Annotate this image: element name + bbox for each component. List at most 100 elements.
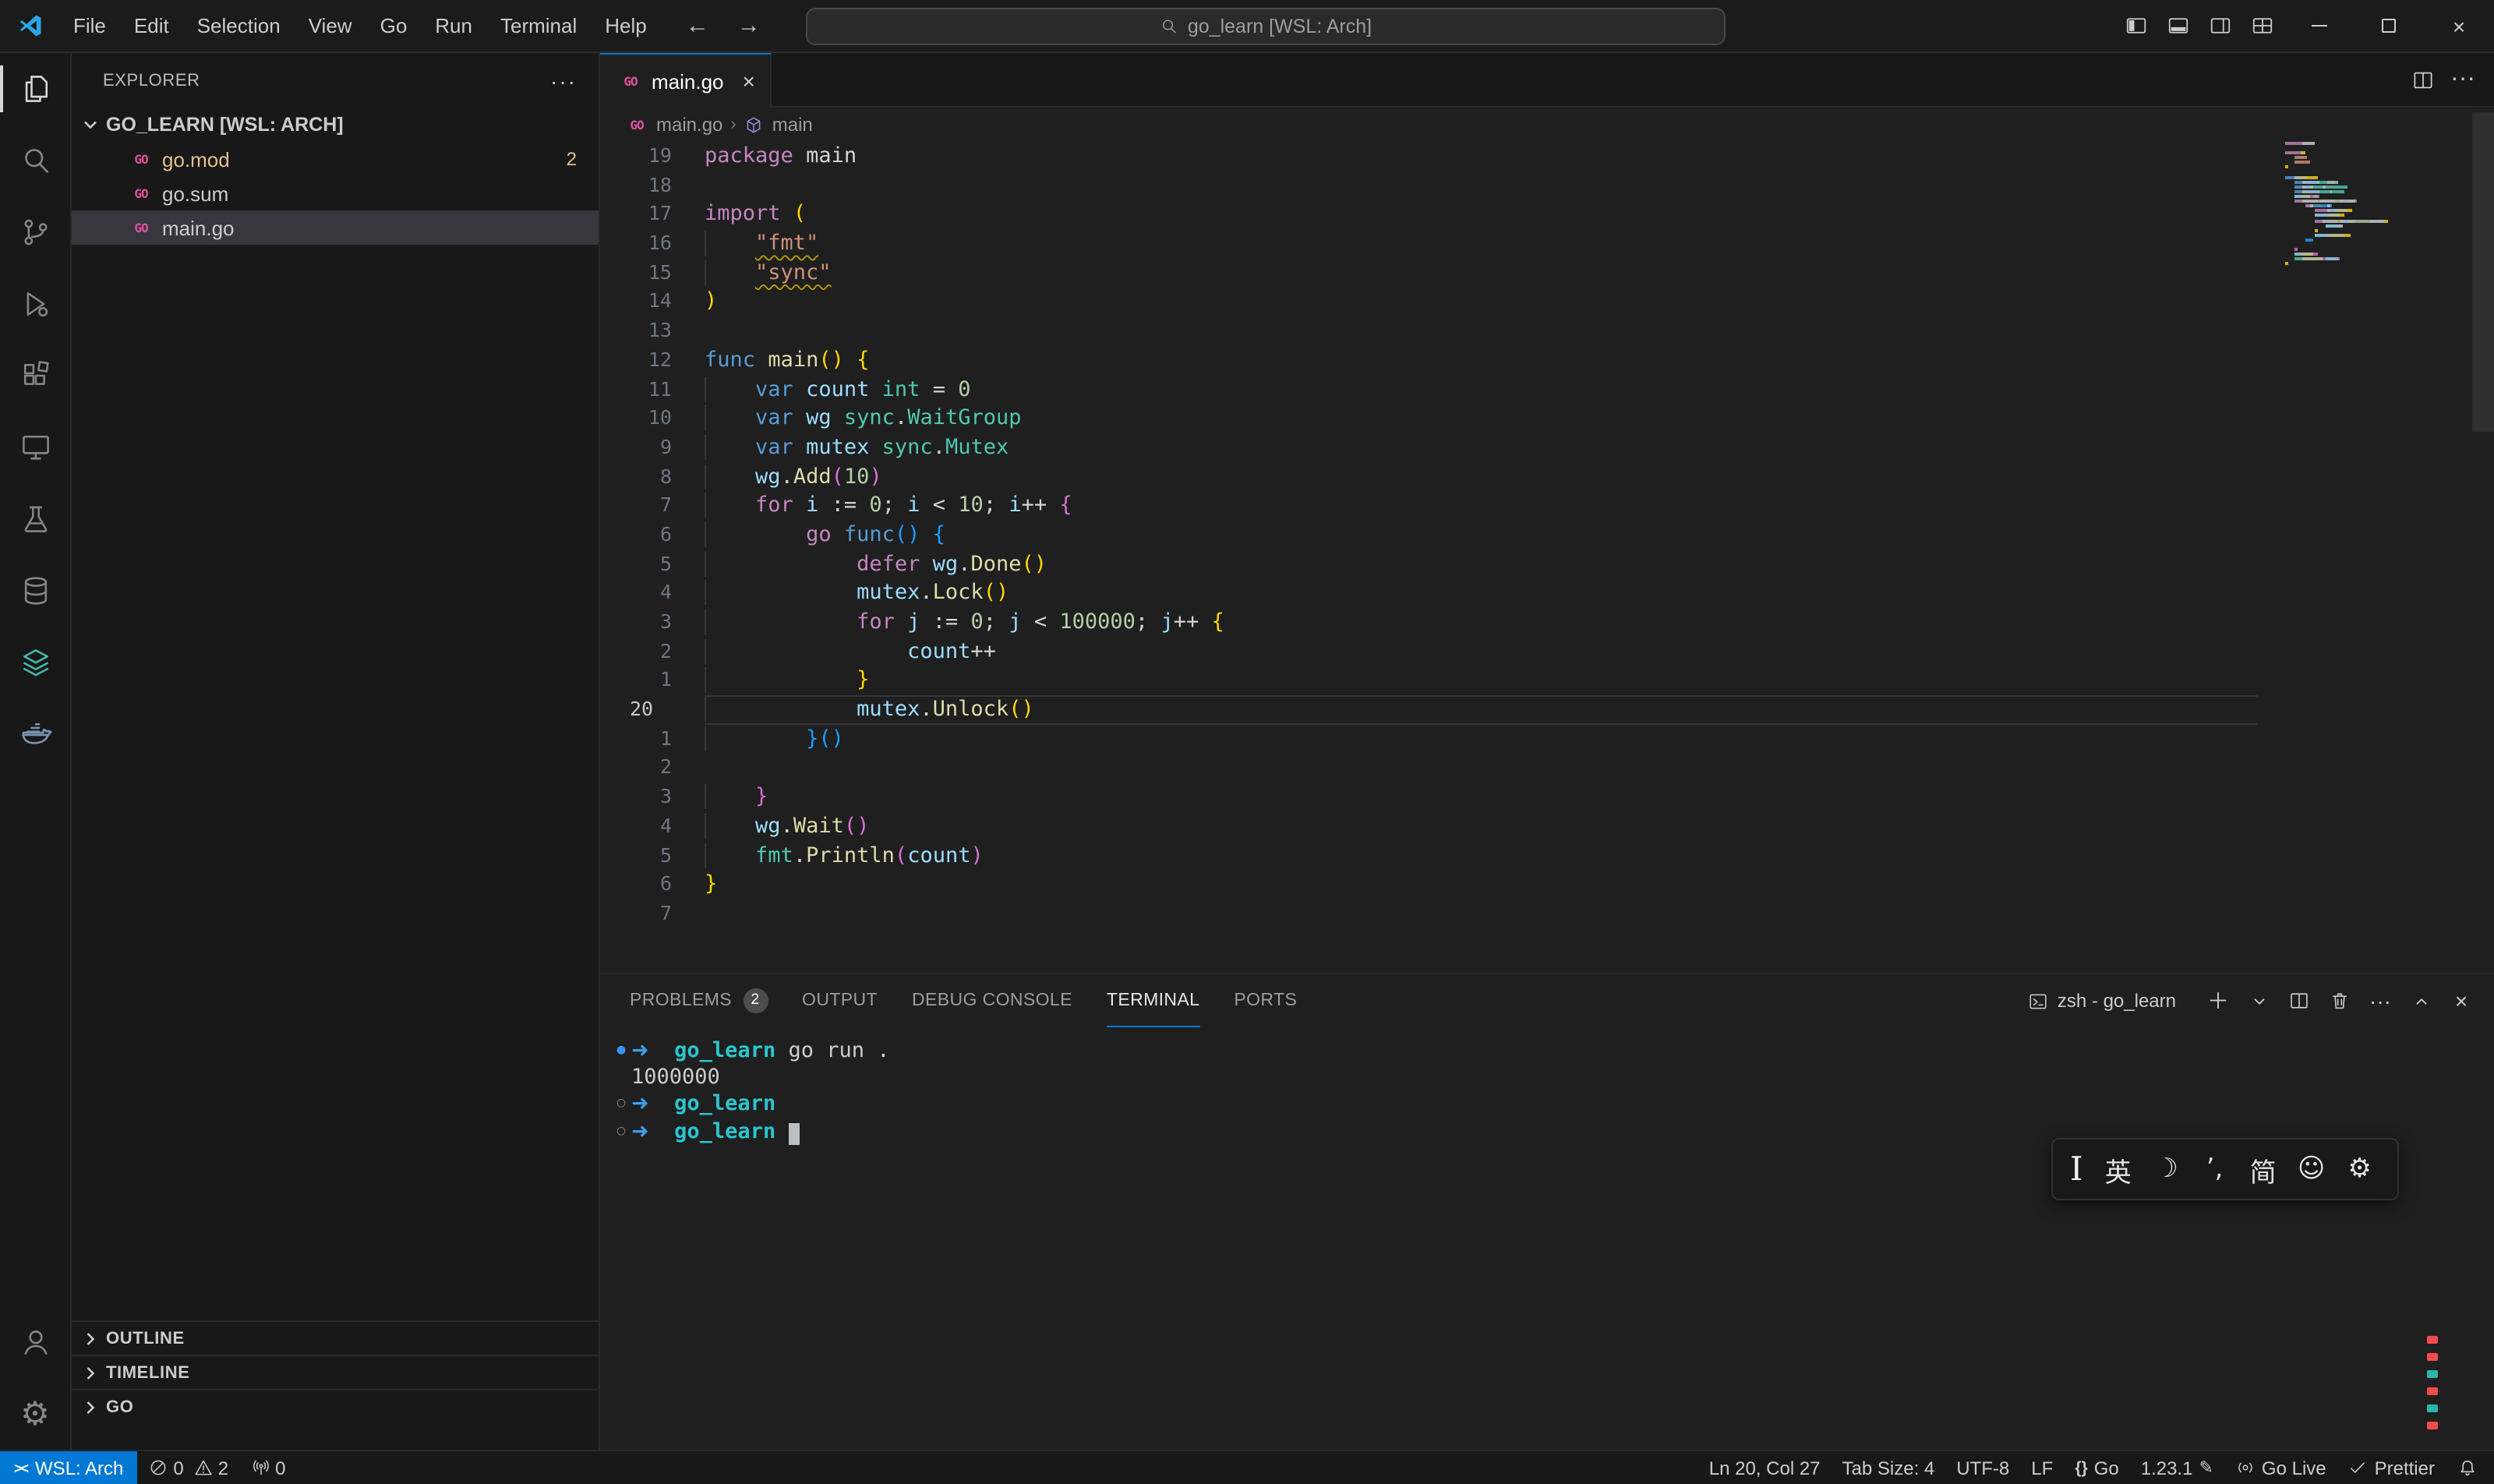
remote-indicator[interactable]: >< WSL: Arch: [0, 1450, 137, 1484]
ime-simplified-toggle[interactable]: 简: [2239, 1150, 2287, 1189]
explorer-more-actions-icon[interactable]: ···: [550, 68, 577, 93]
docker-icon[interactable]: [0, 698, 71, 770]
split-terminal-icon[interactable]: [2282, 984, 2316, 1018]
code-line[interactable]: 4 mutex.Lock(): [600, 579, 2494, 608]
prettier-status[interactable]: Prettier: [2337, 1450, 2446, 1484]
close-panel-icon[interactable]: ×: [2444, 984, 2478, 1018]
terminal-dropdown-icon[interactable]: [2241, 984, 2276, 1018]
terminal[interactable]: ●➜ go_learn go run .1000000○➜ go_learn○➜…: [600, 1027, 2494, 1146]
panel-tab-debug-console[interactable]: DEBUG CONSOLE: [912, 974, 1072, 1027]
sidebar-section-outline[interactable]: OUTLINE: [72, 1320, 599, 1355]
panel-tab-ports[interactable]: PORTS: [1234, 974, 1297, 1027]
command-center-search[interactable]: go_learn [WSL: Arch]: [806, 8, 1726, 45]
menu-item-help[interactable]: Help: [591, 7, 661, 44]
code-line[interactable]: 10 var wg sync.WaitGroup: [600, 404, 2494, 433]
code-line[interactable]: 17import (: [600, 200, 2494, 229]
language-mode[interactable]: {}Go: [2064, 1450, 2129, 1484]
panel-more-actions-icon[interactable]: ···: [2363, 984, 2397, 1018]
kill-terminal-icon[interactable]: [2323, 984, 2357, 1018]
code-line[interactable]: 8 wg.Add(10): [600, 462, 2494, 491]
toggle-secondary-sidebar-icon[interactable]: [2199, 0, 2241, 51]
ime-language-toggle[interactable]: 英: [2094, 1150, 2143, 1189]
code-line[interactable]: 16 "fmt": [600, 229, 2494, 258]
containers-icon[interactable]: [0, 627, 71, 698]
settings-gear-icon[interactable]: ⚙: [0, 1378, 71, 1450]
code-line[interactable]: 3 for j := 0; j < 100000; j++ {: [600, 608, 2494, 637]
encoding[interactable]: UTF-8: [1945, 1450, 2020, 1484]
menu-item-terminal[interactable]: Terminal: [486, 7, 591, 44]
code-line[interactable]: 18: [600, 171, 2494, 200]
code-line[interactable]: 2: [600, 754, 2494, 783]
code-line[interactable]: 3 }: [600, 783, 2494, 811]
sidebar-section-go[interactable]: GO: [72, 1389, 599, 1423]
code-line[interactable]: 1 }: [600, 666, 2494, 695]
file-main.go[interactable]: GOmain.go: [72, 210, 599, 245]
ime-settings-button[interactable]: ⚙: [2336, 1154, 2384, 1185]
ports-status[interactable]: 0: [239, 1450, 296, 1484]
run-and-debug-icon[interactable]: [0, 268, 71, 340]
code-line[interactable]: 11 var count int = 0: [600, 375, 2494, 404]
forward-button[interactable]: →: [737, 12, 761, 39]
accounts-icon[interactable]: [0, 1306, 71, 1378]
code-line[interactable]: 5 defer wg.Done(): [600, 549, 2494, 578]
source-control-icon[interactable]: [0, 196, 71, 268]
panel-tab-problems[interactable]: PROBLEMS2: [630, 974, 768, 1027]
code-line[interactable]: 12func main() {: [600, 346, 2494, 375]
go-version[interactable]: 1.23.1✎: [2130, 1450, 2224, 1484]
code-line[interactable]: 20 mutex.Unlock(): [600, 695, 2494, 724]
code-line[interactable]: 9 var mutex sync.Mutex: [600, 433, 2494, 462]
terminal-line[interactable]: 1000000: [611, 1065, 2494, 1091]
code-line[interactable]: 2 count++: [600, 637, 2494, 666]
code-line[interactable]: 5 fmt.Println(count): [600, 841, 2494, 870]
menu-item-selection[interactable]: Selection: [183, 7, 295, 44]
tab-main-go[interactable]: GO main.go ×: [600, 53, 772, 108]
workspace-root-folder[interactable]: GO_LEARN [WSL: ARCH]: [72, 108, 599, 142]
go-live-button[interactable]: Go Live: [2224, 1450, 2337, 1484]
code-line[interactable]: 14): [600, 288, 2494, 316]
code-line[interactable]: 4 wg.Wait(): [600, 812, 2494, 841]
code-line[interactable]: 19package main: [600, 142, 2494, 171]
ime-emoji-button[interactable]: ☺: [2287, 1154, 2336, 1185]
remote-explorer-icon[interactable]: [0, 412, 71, 483]
maximize-panel-icon[interactable]: [2404, 984, 2438, 1018]
problems-status[interactable]: 0 2: [137, 1450, 239, 1484]
customize-layout-icon[interactable]: [2241, 0, 2284, 51]
indentation[interactable]: Tab Size: 4: [1832, 1450, 1946, 1484]
breadcrumb-symbol[interactable]: main: [772, 114, 813, 136]
maximize-button[interactable]: [2354, 0, 2424, 51]
ime-punctuation-toggle[interactable]: ’,: [2191, 1154, 2239, 1185]
notifications-bell-icon[interactable]: [2446, 1450, 2494, 1484]
code-line[interactable]: 13: [600, 316, 2494, 345]
menu-item-go[interactable]: Go: [366, 7, 422, 44]
eol-selector[interactable]: LF: [2020, 1450, 2064, 1484]
split-editor-icon[interactable]: [2411, 68, 2435, 91]
search-icon[interactable]: [0, 125, 71, 196]
file-go.mod[interactable]: GOgo.mod2: [72, 142, 599, 176]
panel-tab-terminal[interactable]: TERMINAL: [1107, 974, 1200, 1027]
new-terminal-icon[interactable]: ＋: [2201, 984, 2235, 1018]
file-go.sum[interactable]: GOgo.sum: [72, 176, 599, 210]
minimap[interactable]: [2285, 142, 2469, 272]
testing-icon[interactable]: [0, 483, 71, 555]
toggle-panel-icon[interactable]: [2157, 0, 2199, 51]
panel-tab-output[interactable]: OUTPUT: [802, 974, 878, 1027]
editor-scrollbar[interactable]: [2472, 112, 2494, 432]
code-line[interactable]: 7 for i := 0; i < 10; i++ {: [600, 492, 2494, 521]
editor-more-actions-icon[interactable]: ···: [2450, 65, 2475, 94]
code-line[interactable]: 7: [600, 899, 2494, 928]
code-editor[interactable]: 19package main1817import (16 "fmt"15 "sy…: [600, 142, 2494, 928]
extensions-icon[interactable]: [0, 340, 71, 412]
menu-item-run[interactable]: Run: [421, 7, 486, 44]
close-tab-icon[interactable]: ×: [743, 69, 755, 94]
menu-item-file[interactable]: File: [59, 7, 120, 44]
minimize-button[interactable]: [2284, 0, 2354, 51]
code-line[interactable]: 6 go func() {: [600, 521, 2494, 549]
breadcrumb-file[interactable]: main.go: [656, 114, 722, 136]
code-line[interactable]: 15 "sync": [600, 259, 2494, 288]
terminal-shell-label[interactable]: zsh - go_learn: [2028, 990, 2176, 1012]
sidebar-section-timeline[interactable]: TIMELINE: [72, 1355, 599, 1389]
code-line[interactable]: 6}: [600, 870, 2494, 899]
back-button[interactable]: ←: [686, 12, 709, 39]
terminal-line[interactable]: ●➜ go_learn go run .: [611, 1038, 2494, 1065]
explorer-icon[interactable]: [0, 53, 71, 125]
